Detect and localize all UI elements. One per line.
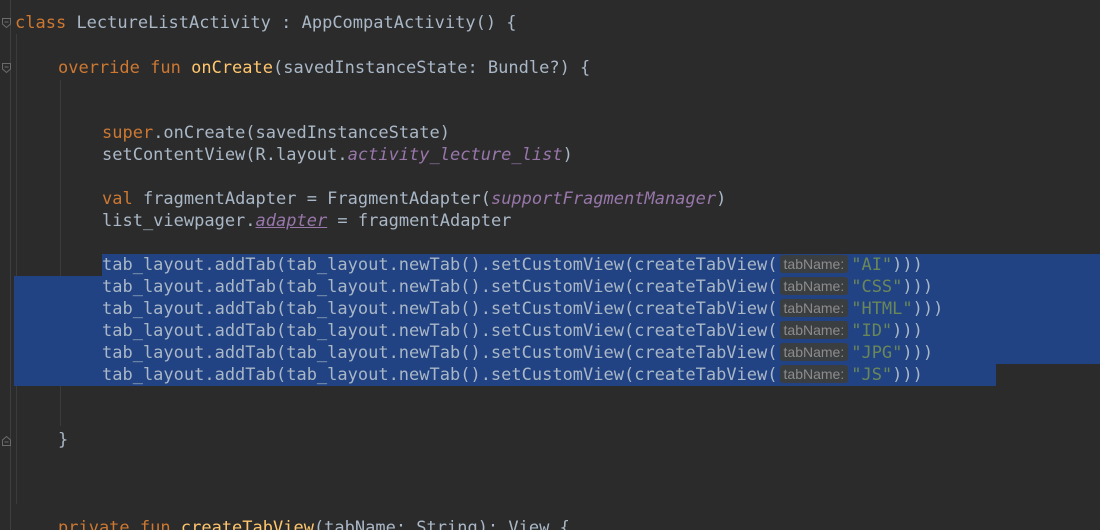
keyword: val — [102, 189, 133, 209]
indent-guide — [16, 34, 17, 504]
code-text: tab_layout.addTab(tab_layout.newTab().se… — [102, 255, 778, 275]
code-text: ) — [562, 145, 573, 165]
code-text: (savedInstanceState: Bundle?) { — [273, 58, 591, 78]
code-text: list_viewpager. — [102, 211, 256, 231]
code-editor[interactable]: class LectureListActivity : AppCompatAct… — [0, 0, 1100, 530]
code-text: tab_layout.addTab(tab_layout.newTab().se… — [102, 299, 778, 319]
parameter-hint: tabName: — [779, 343, 849, 361]
keyword: fun — [150, 58, 181, 78]
fold-collapse-icon[interactable] — [2, 63, 11, 73]
parameter-hint: tabName: — [779, 277, 849, 295]
code-text: tab_layout.addTab(tab_layout.newTab().se… — [102, 321, 778, 341]
parameter-hint: tabName: — [779, 321, 849, 339]
code-text: ) — [716, 189, 727, 209]
function-name: onCreate — [191, 58, 273, 78]
string-literal: "JPG" — [851, 343, 903, 363]
string-literal: "ID" — [851, 321, 893, 341]
code-text: ))) — [892, 365, 923, 385]
property-reference: supportFragmentManager — [490, 189, 717, 209]
code-text: ))) — [912, 299, 944, 319]
string-literal: "AI" — [851, 255, 893, 275]
code-line-viewpager-adapter[interactable]: list_viewpager.adapter = fragmentAdapter — [102, 210, 511, 232]
string-literal: "CSS" — [851, 277, 903, 297]
code-line-addtab[interactable]: tab_layout.addTab(tab_layout.newTab().se… — [102, 320, 923, 342]
code-line-super-oncreate[interactable]: super.onCreate(savedInstanceState) — [102, 122, 450, 144]
code-text: : AppCompatActivity() { — [270, 13, 517, 33]
code-line-setcontentview[interactable]: setContentView(R.layout.activity_lecture… — [102, 144, 573, 166]
code-line-addtab[interactable]: tab_layout.addTab(tab_layout.newTab().se… — [102, 254, 923, 276]
code-line-private-fun[interactable]: private fun createTabView(tabName: Strin… — [58, 517, 570, 530]
code-text: (tabName: String): View { — [313, 518, 570, 530]
code-line-val-fragmentadapter[interactable]: val fragmentAdapter = FragmentAdapter(su… — [102, 188, 726, 210]
code-text: fragmentAdapter = FragmentAdapter( — [132, 189, 491, 209]
code-text: ))) — [892, 321, 923, 341]
keyword: fun — [139, 518, 171, 530]
code-text: .onCreate(savedInstanceState) — [153, 123, 450, 143]
code-line-class-declaration[interactable]: class LectureListActivity : AppCompatAct… — [15, 12, 517, 34]
code-text: ))) — [902, 343, 934, 363]
fold-collapse-icon[interactable] — [2, 18, 11, 28]
gutter-divider — [10, 0, 11, 530]
resource-reference: activity_lecture_list — [347, 145, 563, 165]
parameter-hint: tabName: — [779, 255, 849, 273]
code-text: tab_layout.addTab(tab_layout.newTab().se… — [102, 365, 778, 385]
code-text: ))) — [902, 277, 934, 297]
code-line-addtab[interactable]: tab_layout.addTab(tab_layout.newTab().se… — [102, 364, 923, 386]
code-line-addtab[interactable]: tab_layout.addTab(tab_layout.newTab().se… — [102, 276, 933, 298]
parameter-hint: tabName: — [779, 299, 849, 317]
code-text: tab_layout.addTab(tab_layout.newTab().se… — [102, 277, 778, 297]
keyword: override — [58, 58, 140, 78]
property-reference: adapter — [255, 211, 328, 231]
keyword: class — [15, 13, 67, 33]
keyword: super — [102, 123, 154, 143]
code-line-addtab[interactable]: tab_layout.addTab(tab_layout.newTab().se… — [102, 342, 933, 364]
keyword: private — [58, 518, 130, 530]
string-literal: "JS" — [851, 365, 893, 385]
code-line-oncreate[interactable]: override fun onCreate(savedInstanceState… — [58, 57, 590, 79]
function-name: createTabView — [180, 518, 314, 530]
code-text: ))) — [892, 255, 923, 275]
fold-expand-icon[interactable] — [2, 436, 11, 446]
parameter-hint: tabName: — [779, 365, 849, 383]
class-name: LectureListActivity — [76, 13, 271, 33]
code-line-addtab[interactable]: tab_layout.addTab(tab_layout.newTab().se… — [102, 298, 943, 320]
code-text: setContentView(R.layout. — [102, 145, 348, 165]
code-text: } — [58, 430, 69, 450]
string-literal: "HTML" — [851, 299, 913, 319]
code-line-closing-brace[interactable]: } — [58, 429, 68, 451]
code-text: tab_layout.addTab(tab_layout.newTab().se… — [102, 343, 778, 363]
code-text: = fragmentAdapter — [327, 211, 512, 231]
